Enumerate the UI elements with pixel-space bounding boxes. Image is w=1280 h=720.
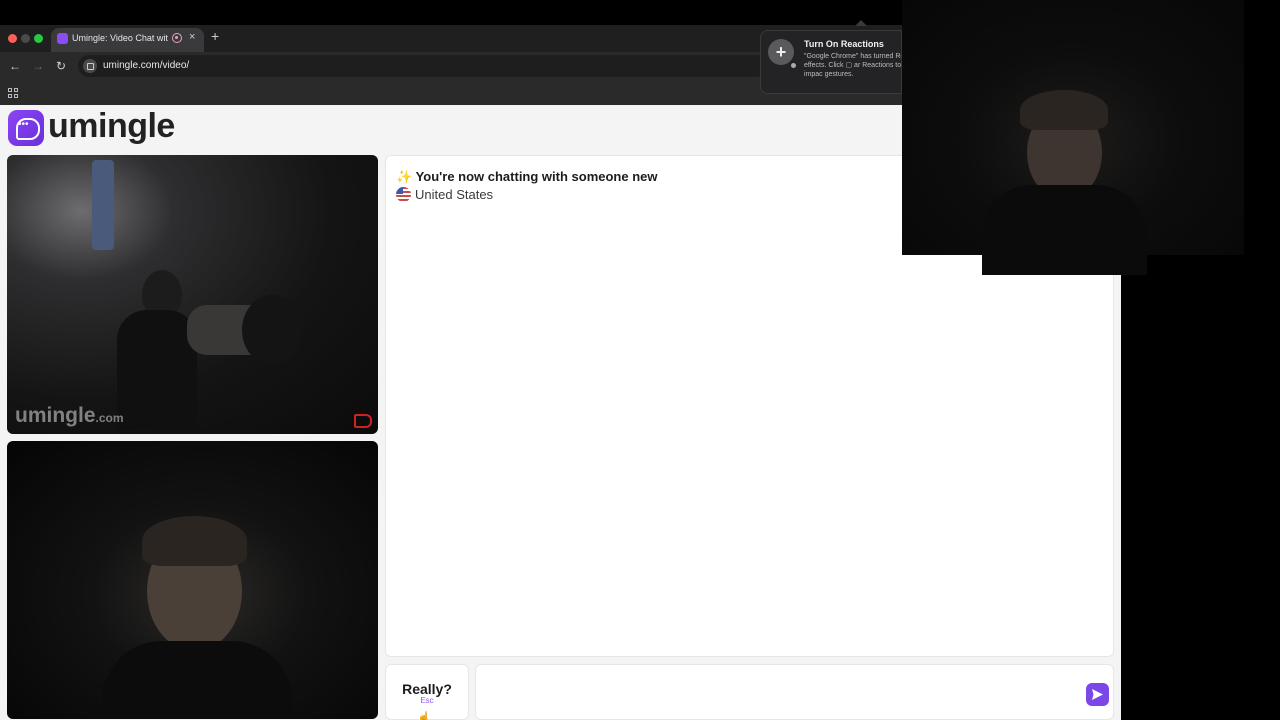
tab-title: Umingle: Video Chat with [72,33,168,43]
umingle-favicon-icon [57,33,68,44]
brand-logo-icon [354,414,372,428]
skip-label: Really? [402,681,452,697]
minimize-window-button[interactable] [21,34,30,43]
apps-grid-icon[interactable] [8,88,18,98]
floating-self-view[interactable] [902,0,1244,275]
site-info-icon[interactable] [83,59,97,73]
logo-text: umingle [48,107,175,145]
reload-button[interactable]: ↻ [56,59,66,73]
stranger-video: umingle.com [7,155,378,434]
tab-umingle[interactable]: Umingle: Video Chat with × [51,28,204,52]
chat-status: ✨ You're now chatting with someone new [396,169,658,184]
sparkles-icon: ✨ [396,169,413,184]
url-text[interactable]: umingle.com/video/ [103,60,189,71]
reactions-plus-icon: + [768,39,794,65]
reactions-title: Turn On Reactions [804,39,884,49]
new-tab-button[interactable]: + [211,28,219,44]
umingle-watermark: umingle.com [15,404,124,427]
reactions-body: "Google Chrome" has turned Reaction effe… [804,53,902,78]
popup-pointer [855,20,867,26]
message-input[interactable] [486,679,1076,707]
back-button[interactable]: ← [9,59,21,73]
stranger-country: United States [396,187,493,202]
send-button[interactable] [1086,683,1109,706]
recording-indicator-icon [172,33,182,43]
message-box [475,664,1114,720]
reactions-notification[interactable]: + Turn On Reactions "Google Chrome" has … [760,30,902,94]
us-flag-icon [396,187,411,202]
forward-button[interactable]: → [32,59,44,73]
indicator-dot-icon [791,63,796,68]
self-video [7,441,378,719]
send-icon [1092,689,1103,700]
address-bar[interactable]: umingle.com/video/ [78,55,768,77]
close-tab-icon[interactable]: × [189,31,195,43]
close-window-button[interactable] [8,34,17,43]
chat-bubble-logo-icon [8,110,44,146]
pointer-cursor-icon: ☝ [417,712,431,720]
skip-shortcut-hint: Esc [420,696,434,705]
maximize-window-button[interactable] [34,34,43,43]
